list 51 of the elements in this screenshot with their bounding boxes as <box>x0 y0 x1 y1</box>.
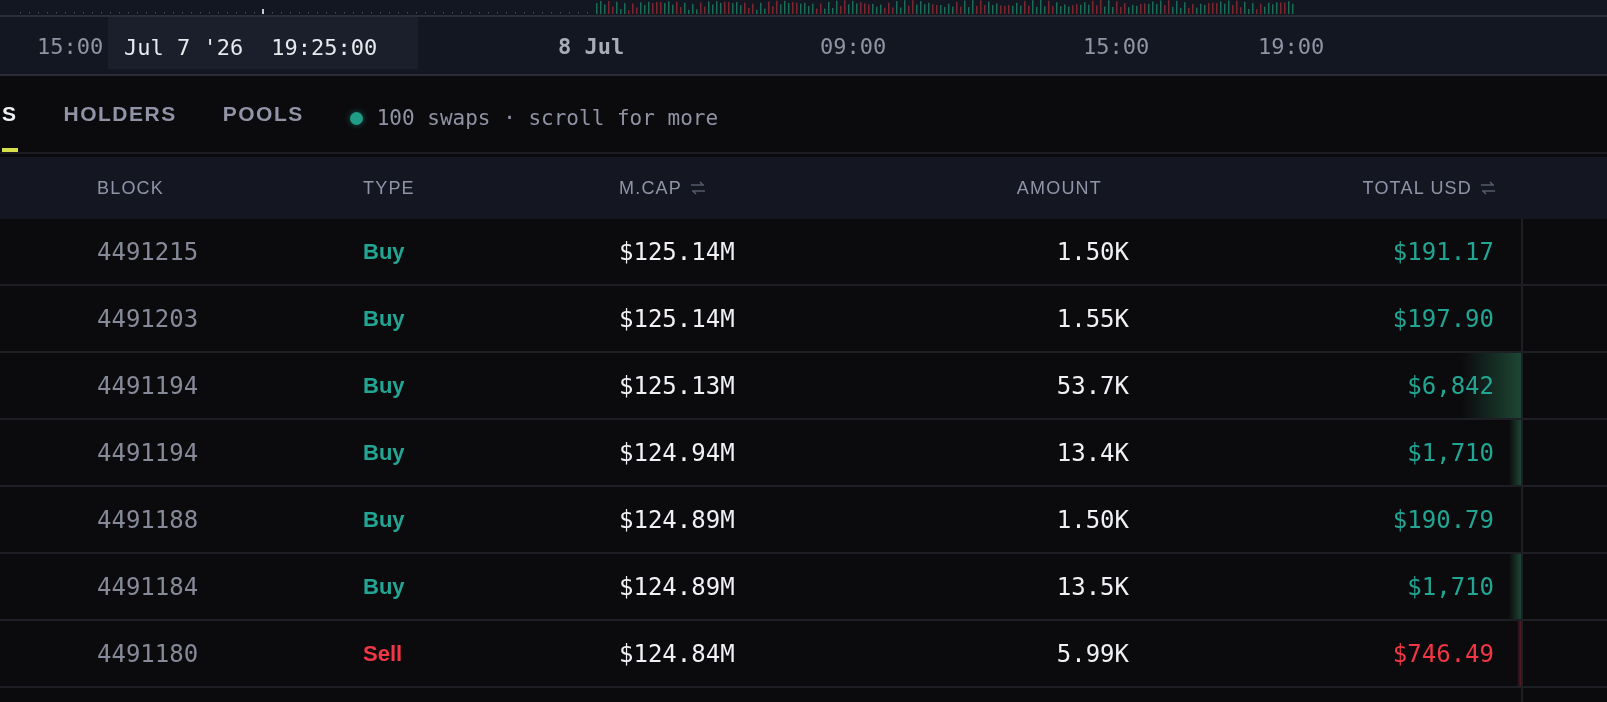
amount: 1.50K <box>1056 237 1129 266</box>
trade-type: Buy <box>363 439 406 466</box>
trade-type: Buy <box>363 573 406 600</box>
total-usd: $197.90 <box>1392 304 1494 333</box>
column-header[interactable]: TOTAL USD <box>1362 177 1496 199</box>
market-cap: $125.14M <box>619 237 736 266</box>
axis-label: 19:00 <box>1258 34 1325 59</box>
market-cap: $124.94M <box>619 438 736 467</box>
tab[interactable]: S <box>2 76 18 152</box>
market-cap: $125.14M <box>619 304 736 333</box>
axis-label: 15:00 <box>37 34 104 59</box>
amount: 13.5K <box>1056 572 1129 601</box>
market-cap: $124.89M <box>619 505 736 534</box>
axis-label: 09:00 <box>820 34 887 59</box>
tab[interactable]: POOLS <box>222 76 304 152</box>
block-number: 4491194 <box>97 371 200 400</box>
amount: 5.99K <box>1056 639 1129 668</box>
column-header[interactable]: TYPE <box>363 177 415 199</box>
trade-type: Buy <box>363 506 406 533</box>
status-text: 100 swaps · scroll for more <box>376 106 719 130</box>
total-usd: $1,710 <box>1407 438 1494 467</box>
trade-type: Sell <box>363 640 404 667</box>
amount: 1.55K <box>1056 304 1129 333</box>
tab[interactable]: HOLDERS <box>63 76 177 152</box>
axis-label: 8 Jul <box>558 34 625 59</box>
block-number: 4491215 <box>97 237 200 266</box>
axis-label: 15:00 <box>1083 34 1150 59</box>
column-header[interactable]: BLOCK <box>97 177 165 199</box>
total-usd: $6,842 <box>1407 371 1494 400</box>
total-usd: $1,710 <box>1407 572 1494 601</box>
market-cap: $125.13M <box>619 371 736 400</box>
total-usd: $191.17 <box>1392 237 1494 266</box>
block-number: 4491194 <box>97 438 200 467</box>
crosshair-time: 19:25:00 <box>271 34 378 60</box>
amount: 1.50K <box>1056 505 1129 534</box>
column-header[interactable]: M.CAP <box>619 177 706 199</box>
trade-type: Buy <box>363 238 406 265</box>
amount: 13.4K <box>1056 438 1129 467</box>
block-number: 4491184 <box>97 572 200 601</box>
trade-type: Buy <box>363 305 406 332</box>
block-number: 4491188 <box>97 505 200 534</box>
market-cap: $124.84M <box>619 639 736 668</box>
market-cap: $124.89M <box>619 572 736 601</box>
trade-type: Buy <box>363 372 406 399</box>
column-header[interactable]: AMOUNT <box>1016 177 1102 199</box>
block-number: 4491180 <box>97 639 200 668</box>
amount: 53.7K <box>1056 371 1129 400</box>
total-usd: $190.79 <box>1392 505 1494 534</box>
block-number: 4491203 <box>97 304 200 333</box>
total-usd: $746.49 <box>1392 639 1494 668</box>
crosshair-date: Jul 7 '26 <box>124 34 244 60</box>
